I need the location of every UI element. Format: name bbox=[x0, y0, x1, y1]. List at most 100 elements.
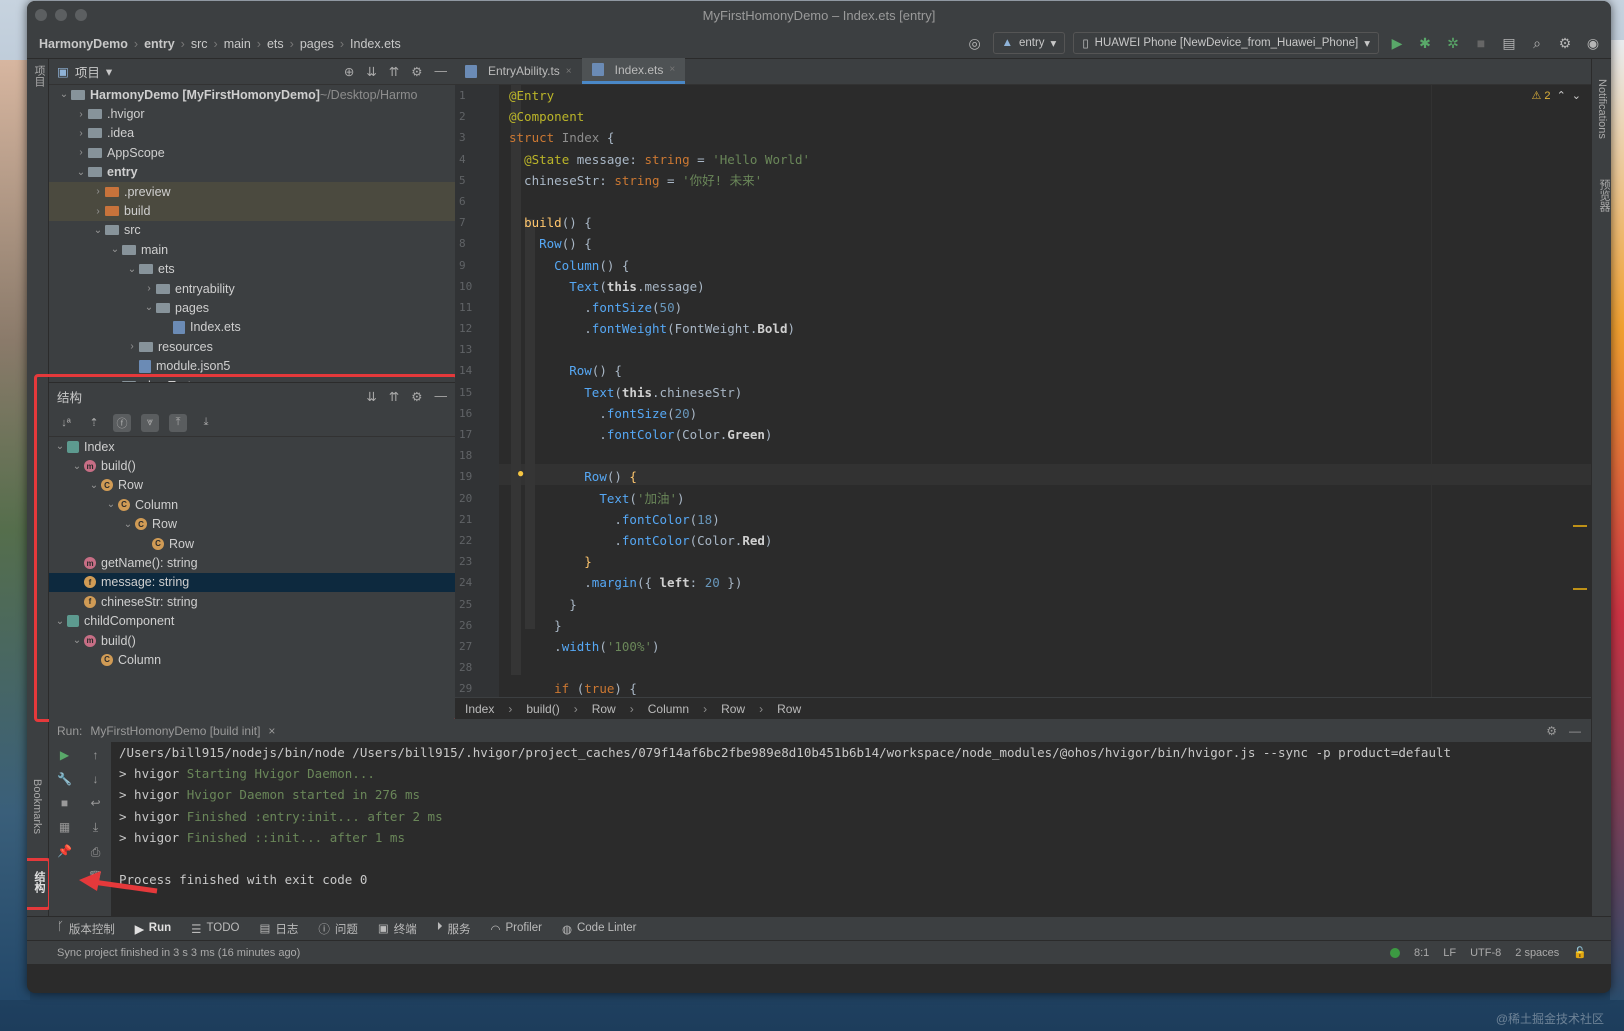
hide-icon[interactable]: — bbox=[1569, 724, 1581, 738]
target-icon[interactable]: ◎ bbox=[965, 33, 985, 53]
stop-icon[interactable]: ■ bbox=[61, 796, 68, 810]
breadcrumb-item[interactable]: Index.ets bbox=[350, 37, 401, 51]
breadcrumb-item[interactable]: entry bbox=[144, 37, 175, 51]
editor-breadcrumb-item[interactable]: Row bbox=[592, 702, 616, 716]
sort-alpha-icon[interactable]: ↓ª bbox=[57, 414, 75, 432]
chevron-down-icon[interactable]: ⌄ bbox=[91, 225, 105, 236]
attach-debugger-icon[interactable]: ✲ bbox=[1443, 33, 1463, 53]
chevron-down-icon[interactable]: ⌄ bbox=[87, 480, 101, 491]
expand-all-icon[interactable]: ⇊ bbox=[366, 389, 376, 404]
arrow-up-icon[interactable]: ↑ bbox=[93, 748, 99, 762]
wrench-icon[interactable]: 🔧 bbox=[57, 772, 72, 786]
stop-icon[interactable]: ■ bbox=[1471, 33, 1491, 53]
editor-tab[interactable]: EntryAbility.ts × bbox=[455, 58, 582, 84]
chevron-right-icon[interactable]: › bbox=[74, 109, 88, 120]
project-panel-title[interactable]: 项目 bbox=[75, 62, 100, 81]
structure-node[interactable]: ⌄ C Column bbox=[49, 495, 455, 514]
warnings-count[interactable]: ⚠ 2 bbox=[1532, 89, 1551, 102]
tree-node[interactable]: › .preview bbox=[49, 181, 455, 202]
chevron-down-icon[interactable]: ⌄ bbox=[104, 499, 118, 510]
tree-node[interactable]: ⌄ HarmonyDemo [MyFirstHomonyDemo] ~/Deskt… bbox=[49, 85, 455, 104]
chevron-down-icon[interactable]: ⌄ bbox=[53, 616, 67, 627]
bottom-tab[interactable]: ᚴ 版本控制 bbox=[57, 921, 115, 937]
previewer-tool-tab[interactable]: 预览器 bbox=[1596, 179, 1611, 212]
indent-setting[interactable]: 2 spaces bbox=[1515, 947, 1559, 959]
hide-icon[interactable]: — bbox=[435, 64, 448, 79]
settings-icon[interactable]: ⚙ bbox=[411, 389, 422, 404]
breadcrumb-item[interactable]: pages bbox=[300, 37, 334, 51]
run-icon[interactable]: ▶ bbox=[1387, 33, 1407, 53]
structure-node[interactable]: C Column bbox=[49, 650, 455, 669]
chevron-down-icon[interactable]: ▾ bbox=[106, 64, 112, 79]
locate-icon[interactable]: ⊕ bbox=[344, 64, 354, 79]
debug-icon[interactable]: ✱ bbox=[1415, 33, 1435, 53]
arrow-down-icon[interactable]: ↓ bbox=[93, 772, 99, 786]
bottom-tab[interactable]: ⓘ 问题 bbox=[318, 921, 358, 937]
inspection-widget[interactable]: ⚠ 2 ⌃ ⌄ bbox=[1532, 89, 1581, 102]
structure-node[interactable]: ⌄ C Row bbox=[49, 476, 455, 495]
lightbulb-icon[interactable]: ● bbox=[517, 466, 524, 480]
tree-node[interactable]: › .idea bbox=[49, 124, 455, 143]
structure-node[interactable]: m getName(): string bbox=[49, 553, 455, 572]
tree-node[interactable]: ⌄ entry bbox=[49, 163, 455, 182]
chevron-right-icon[interactable]: › bbox=[142, 283, 156, 294]
tree-node[interactable]: › resources bbox=[49, 337, 455, 356]
tree-node[interactable]: ⌄ ets bbox=[49, 260, 455, 279]
breadcrumb-item[interactable]: ets bbox=[267, 37, 284, 51]
structure-node[interactable]: ⌄ C Row bbox=[49, 515, 455, 534]
bottom-tab[interactable]: ⏵ 服务 bbox=[437, 921, 471, 937]
chevron-right-icon[interactable]: › bbox=[74, 128, 88, 139]
expand-all-icon[interactable]: ⇊ bbox=[366, 64, 376, 79]
chevron-down-icon[interactable]: ⌄ bbox=[53, 441, 67, 452]
tree-node[interactable]: ⌄ main bbox=[49, 240, 455, 259]
scroll-to-end-icon[interactable]: ⤓ bbox=[93, 820, 98, 835]
hide-icon[interactable]: — bbox=[435, 389, 448, 404]
bottom-tab[interactable]: ▶ Run bbox=[135, 922, 171, 936]
chevron-down-icon[interactable]: ⌄ bbox=[121, 519, 135, 530]
chevron-down-icon[interactable]: ⌄ bbox=[57, 89, 71, 100]
print-icon[interactable]: ⎙ bbox=[91, 845, 101, 860]
rerun-icon[interactable]: ▶ bbox=[60, 748, 69, 762]
structure-node[interactable]: f chineseStr: string bbox=[49, 592, 455, 611]
settings-icon[interactable]: ⚙ bbox=[1546, 724, 1557, 738]
chevron-down-icon[interactable]: ⌄ bbox=[70, 461, 84, 472]
tree-node[interactable]: ⌄ pages bbox=[49, 298, 455, 317]
status-message[interactable]: Sync project finished in 3 s 3 ms (16 mi… bbox=[57, 947, 300, 959]
close-icon[interactable]: × bbox=[566, 66, 572, 77]
collapse-all-icon[interactable]: ⇈ bbox=[389, 64, 399, 79]
minimize-window-button[interactable] bbox=[55, 9, 67, 21]
tree-node[interactable]: › .hvigor bbox=[49, 104, 455, 123]
editor-tab[interactable]: Index.ets × bbox=[581, 58, 686, 84]
run-console[interactable]: /Users/bill915/nodejs/bin/node /Users/bi… bbox=[119, 742, 1591, 890]
tree-node[interactable]: module.json5 bbox=[49, 356, 455, 375]
account-icon[interactable]: ◉ bbox=[1583, 33, 1603, 53]
chevron-down-icon[interactable]: ⌄ bbox=[1572, 89, 1581, 102]
editor-breadcrumb-item[interactable]: Index bbox=[465, 702, 494, 716]
editor-breadcrumb-item[interactable]: Column bbox=[648, 702, 689, 716]
chevron-right-icon[interactable]: › bbox=[91, 186, 105, 197]
structure-node[interactable]: ⌄ childComponent bbox=[49, 612, 455, 631]
device-manager-icon[interactable]: ▤ bbox=[1499, 33, 1519, 53]
chevron-down-icon[interactable]: ⌄ bbox=[125, 264, 139, 275]
tree-node[interactable]: › entryability bbox=[49, 279, 455, 298]
breadcrumb-item[interactable]: src bbox=[191, 37, 208, 51]
structure-node[interactable]: ⌄ Index bbox=[49, 437, 455, 456]
bottom-tab[interactable]: ◍ Code Linter bbox=[562, 922, 637, 936]
search-icon[interactable]: ⌕ bbox=[1527, 33, 1547, 53]
editor-breadcrumb-item[interactable]: Row bbox=[777, 702, 801, 716]
structure-node[interactable]: C Row bbox=[49, 534, 455, 553]
tree-node[interactable]: Index.ets bbox=[49, 318, 455, 337]
maximize-window-button[interactable] bbox=[75, 9, 87, 21]
chevron-right-icon[interactable]: › bbox=[74, 147, 88, 158]
autoscroll-to-source-icon[interactable]: ⤒ bbox=[169, 413, 187, 432]
bottom-tab[interactable]: ▤ 日志 bbox=[259, 921, 298, 937]
tree-node[interactable]: › build bbox=[49, 201, 455, 221]
editor-breadcrumb-item[interactable]: Row bbox=[721, 702, 745, 716]
notifications-tool-tab[interactable]: Notifications bbox=[1596, 79, 1608, 139]
layout-icon[interactable]: ▦ bbox=[59, 820, 70, 834]
chevron-down-icon[interactable]: ⌄ bbox=[74, 167, 88, 178]
breadcrumb-item[interactable]: main bbox=[224, 37, 251, 51]
bottom-tab[interactable]: ▣ 终端 bbox=[378, 921, 417, 937]
device-select[interactable]: ▯ HUAWEI Phone [NewDevice_from_Huawei_Pho… bbox=[1073, 32, 1379, 54]
settings-icon[interactable]: ⚙ bbox=[1555, 33, 1575, 53]
